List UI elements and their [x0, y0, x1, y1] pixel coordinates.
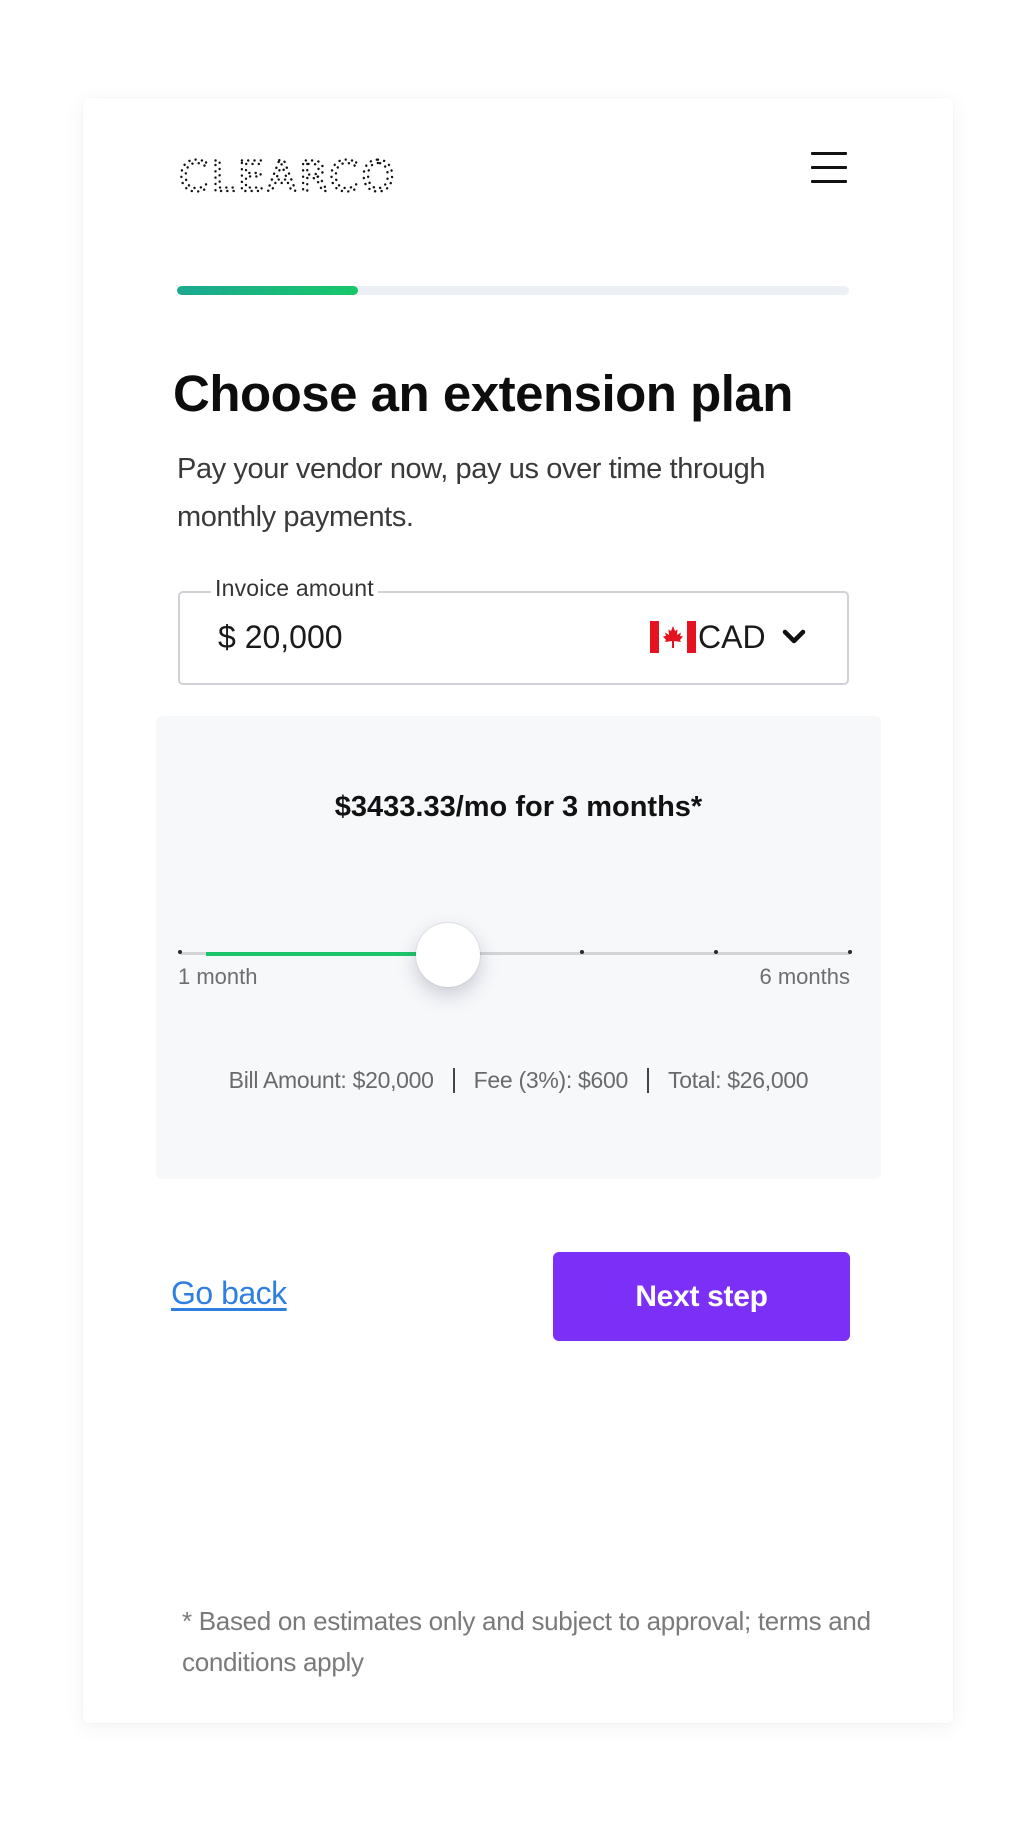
- total-amount: Total: $26,000: [668, 1067, 809, 1093]
- fee-breakdown: Bill Amount: $20,000 Fee (3%): $600 Tota…: [156, 1067, 881, 1094]
- page-subtitle: Pay your vendor now, pay us over time th…: [177, 453, 766, 533]
- clearco-logo: CLEARCO: [178, 153, 397, 197]
- monthly-payment-summary: $3433.33/mo for 3 months*: [334, 791, 703, 823]
- logo-text: CLEARCO: [179, 153, 397, 197]
- page: CLEARCO Choose an extension plan Pay you…: [0, 0, 1032, 1846]
- chevron-down-icon: [782, 629, 805, 644]
- plan-panel: $3433.33/mo for 3 months* 1 month 6 mont…: [156, 716, 881, 1179]
- term-slider[interactable]: [178, 923, 852, 987]
- slider-fill: [206, 952, 448, 956]
- invoice-amount-label: Invoice amount: [211, 575, 378, 602]
- currency-select[interactable]: CAD: [650, 615, 806, 659]
- fee-amount: Fee (3%): $600: [473, 1067, 629, 1093]
- progress-bar-fill: [177, 286, 359, 295]
- plan-card: CLEARCO Choose an extension plan Pay you…: [83, 98, 953, 1723]
- canada-flag-icon: [650, 621, 696, 653]
- page-title: Choose an extension plan: [173, 365, 793, 422]
- slider-tick: [714, 950, 718, 954]
- slider-max-label: 6 months: [759, 964, 851, 989]
- slider-thumb[interactable]: [416, 923, 480, 987]
- invoice-amount-field: Invoice amount CAD: [178, 575, 849, 685]
- divider: [647, 1068, 649, 1093]
- slider-min-label: 1 month: [178, 964, 258, 989]
- progress-bar: [177, 286, 849, 295]
- disclaimer: * Based on estimates only and subject to…: [182, 1606, 871, 1677]
- invoice-amount-input[interactable]: [218, 619, 518, 656]
- slider-tick: [178, 950, 182, 954]
- next-step-button[interactable]: Next step: [553, 1252, 850, 1341]
- slider-tick: [848, 950, 852, 954]
- bill-amount: Bill Amount: $20,000: [228, 1067, 434, 1093]
- hamburger-menu-icon[interactable]: [809, 151, 849, 187]
- go-back-link[interactable]: Go back: [171, 1275, 287, 1312]
- divider: [452, 1068, 455, 1093]
- slider-tick: [580, 950, 584, 954]
- currency-code: CAD: [698, 618, 766, 655]
